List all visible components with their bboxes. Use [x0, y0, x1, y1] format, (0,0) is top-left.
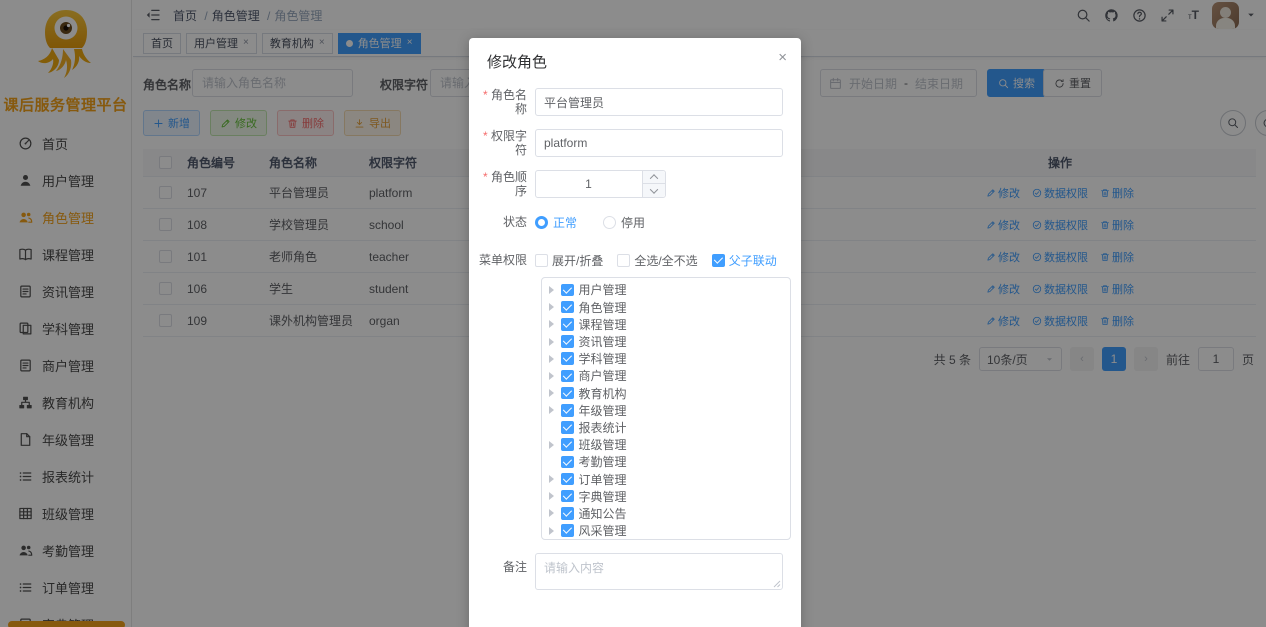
tree-checkbox[interactable] [561, 318, 574, 331]
tree-node-label: 学科管理 [579, 350, 627, 367]
role-name-field-label: 角色名称 [475, 88, 527, 117]
status-field-label: 状态 [475, 215, 527, 229]
tree-node-label: 角色管理 [579, 299, 627, 316]
tree-node[interactable]: 考勤管理 [542, 453, 790, 470]
menu-perm-option[interactable]: 展开/折叠 [535, 252, 603, 269]
tree-node-label: 教育机构 [579, 385, 627, 402]
tree-node[interactable]: 通知公告 [542, 505, 790, 522]
menu-perm-field-row: 菜单权限 展开/折叠 全选/全不选 父子联动 [475, 250, 783, 270]
tree-node[interactable]: 用户管理 [542, 281, 790, 298]
expand-caret-icon[interactable] [549, 509, 558, 517]
role-name-field-row: 角色名称 [475, 88, 783, 117]
tree-checkbox[interactable] [561, 456, 574, 469]
stepper-down-button[interactable] [643, 184, 665, 197]
tree-checkbox[interactable] [561, 438, 574, 451]
tree-checkbox[interactable] [561, 370, 574, 383]
tree-node-label: 班级管理 [579, 436, 627, 453]
tree-checkbox[interactable] [561, 490, 574, 503]
tree-checkbox[interactable] [561, 301, 574, 314]
remark-field-label: 备注 [475, 560, 527, 574]
expand-caret-icon[interactable] [549, 389, 558, 397]
tree-node-label: 考勤管理 [579, 453, 627, 470]
expand-caret-icon[interactable] [549, 406, 558, 414]
tree-node[interactable]: 风采管理 [542, 522, 790, 539]
tree-node-label: 年级管理 [579, 402, 627, 419]
expand-caret-icon[interactable] [549, 527, 558, 535]
tree-checkbox[interactable] [561, 473, 574, 486]
tree-node[interactable]: 教育机构 [542, 384, 790, 401]
tree-checkbox[interactable] [561, 421, 574, 434]
status-radio-option[interactable]: 正常 [535, 214, 577, 231]
tree-node[interactable]: 字典管理 [542, 488, 790, 505]
tree-node-label: 课程管理 [579, 316, 627, 333]
expand-caret-icon[interactable] [549, 320, 558, 328]
tree-node[interactable]: 年级管理 [542, 402, 790, 419]
modal-title: 修改角色 [487, 54, 547, 71]
expand-caret-icon[interactable] [549, 475, 558, 483]
radio-icon [535, 216, 548, 229]
status-radio-group: 正常 停用 [535, 214, 645, 231]
tree-checkbox[interactable] [561, 524, 574, 537]
tree-node[interactable]: 课程管理 [542, 316, 790, 333]
role-order-field-label: 角色顺序 [475, 170, 527, 199]
tree-checkbox[interactable] [561, 507, 574, 520]
tree-checkbox[interactable] [561, 404, 574, 417]
modal-header: 修改角色 × [469, 38, 801, 78]
tree-node[interactable]: 报表统计 [542, 419, 790, 436]
tree-node-label: 用户管理 [579, 281, 627, 298]
status-field-row: 状态 正常 停用 [475, 212, 783, 232]
modal-body: 角色名称 权限字符 角色顺序 状态 [469, 78, 801, 590]
tree-node[interactable]: 学科管理 [542, 350, 790, 367]
expand-caret-icon[interactable] [549, 441, 558, 449]
status-radio-option[interactable]: 停用 [603, 214, 645, 231]
expand-caret-icon[interactable] [549, 372, 558, 380]
tree-node[interactable]: 订单管理 [542, 470, 790, 487]
tree-node-label: 订单管理 [579, 471, 627, 488]
remark-textarea[interactable] [535, 553, 783, 590]
expand-caret-icon[interactable] [549, 338, 558, 346]
menu-permission-tree: 用户管理 角色管理 课程管理 资讯管理 [541, 277, 791, 540]
tree-node-label: 资讯管理 [579, 333, 627, 350]
remark-field-row: 备注 [475, 553, 783, 590]
expand-caret-icon[interactable] [549, 286, 558, 294]
close-icon[interactable]: × [778, 50, 787, 65]
tree-node[interactable]: 商户管理 [542, 367, 790, 384]
checkbox-icon [535, 254, 548, 267]
tree-node-label: 商户管理 [579, 367, 627, 384]
role-order-field-row: 角色顺序 [475, 170, 783, 199]
stepper-up-button[interactable] [643, 171, 665, 185]
tree-node-label: 风采管理 [579, 522, 627, 539]
menu-perm-option[interactable]: 父子联动 [712, 252, 777, 269]
menu-perm-field-label: 菜单权限 [475, 253, 527, 267]
tree-node-label: 报表统计 [579, 419, 627, 436]
checkbox-icon [617, 254, 630, 267]
tree-node[interactable]: 资讯管理 [542, 333, 790, 350]
perm-key-field-label: 权限字符 [475, 129, 527, 158]
radio-icon [603, 216, 616, 229]
expand-caret-icon[interactable] [549, 303, 558, 311]
tree-node-label: 字典管理 [579, 488, 627, 505]
tree-checkbox[interactable] [561, 352, 574, 365]
checkbox-icon [712, 254, 725, 267]
tree-node[interactable]: 角色管理 [542, 299, 790, 316]
perm-key-field-input[interactable] [535, 129, 783, 157]
perm-key-field-row: 权限字符 [475, 129, 783, 158]
menu-perm-option[interactable]: 全选/全不选 [617, 252, 697, 269]
expand-caret-icon[interactable] [549, 355, 558, 363]
expand-caret-icon[interactable] [549, 492, 558, 500]
role-name-field-input[interactable] [535, 88, 783, 116]
tree-checkbox[interactable] [561, 335, 574, 348]
menu-perm-checkbox-group: 展开/折叠 全选/全不选 父子联动 [535, 252, 777, 269]
tree-checkbox[interactable] [561, 387, 574, 400]
tree-checkbox[interactable] [561, 284, 574, 297]
tree-node[interactable]: 班级管理 [542, 436, 790, 453]
tree-node-label: 通知公告 [579, 505, 627, 522]
edit-role-modal: 修改角色 × 角色名称 权限字符 角色顺序 状态 [469, 38, 801, 627]
